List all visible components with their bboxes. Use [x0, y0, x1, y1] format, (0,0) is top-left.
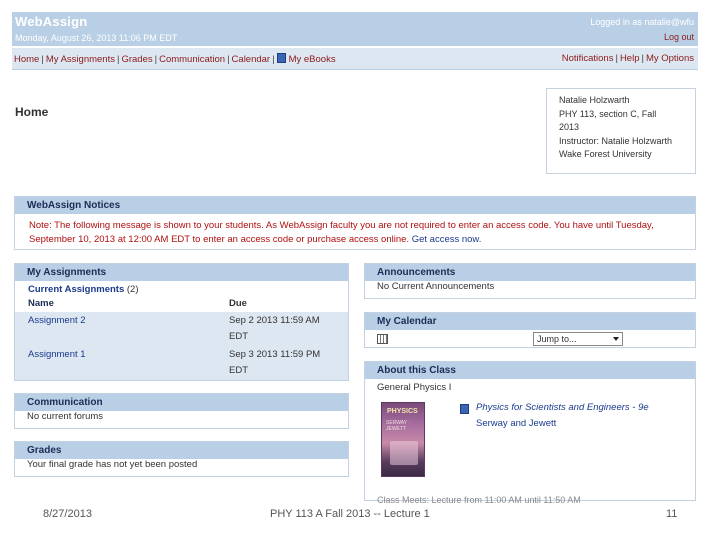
announcements-title: Announcements	[365, 264, 695, 281]
logged-in-text: Logged in as natalie@wfu	[590, 17, 694, 27]
slide-number: 11	[666, 508, 678, 520]
assignment-link[interactable]: Assignment 2	[28, 313, 229, 345]
assignments-header: Name Due	[15, 298, 348, 312]
chevron-down-icon	[613, 337, 619, 341]
book-title-link[interactable]: Physics for Scientists and Engineers - 9…	[476, 402, 649, 413]
get-access-link[interactable]: Get access now.	[412, 234, 482, 245]
col-name-header: Name	[28, 298, 54, 309]
notice-text: Note: The following message is shown to …	[29, 220, 654, 245]
footer-date: 8/27/2013	[43, 508, 92, 520]
nav-separator: |	[227, 54, 230, 65]
info-year: 2013	[559, 122, 580, 132]
info-school: Wake Forest University	[559, 149, 652, 159]
calendar-title: My Calendar	[365, 313, 695, 330]
cover-title: PHYSICS	[387, 408, 418, 415]
assignment-due: Sep 2 2013 11:59 AM EDT	[229, 313, 339, 345]
assignments-title: My Assignments	[15, 264, 348, 281]
nav-help[interactable]: Help	[620, 53, 640, 64]
assignments-panel: My Assignments Current Assignments (2) N…	[14, 263, 349, 381]
ebook-icon[interactable]	[460, 404, 469, 414]
assignment-due: Sep 3 2013 11:59 PM EDT	[229, 347, 339, 379]
about-class-panel: About this Class General Physics I PHYSI…	[364, 361, 696, 505]
about-title: About this Class	[365, 362, 695, 379]
announcements-panel: Announcements No Current Announcements	[364, 263, 696, 299]
book-authors: Serway and Jewett	[476, 418, 557, 429]
jump-to-value: Jump to...	[537, 334, 577, 344]
notices-panel: WebAssign Notices Note: The following me…	[14, 196, 696, 250]
col-due-header: Due	[229, 298, 247, 309]
nav-home[interactable]: Home	[14, 54, 39, 65]
nav-separator: |	[615, 53, 618, 64]
calendar-panel: My Calendar Jump to...	[364, 312, 696, 348]
communication-title: Communication	[15, 394, 348, 411]
logout-link[interactable]: Log out	[664, 32, 694, 42]
slide-footer: 8/27/2013 PHY 113 A Fall 2013 -- Lecture…	[0, 508, 720, 524]
nav-my-assignments[interactable]: My Assignments	[46, 54, 115, 65]
info-instructor: Instructor: Natalie Holzwarth	[559, 135, 673, 146]
header-date: Monday, August 26, 2013 11:06 PM EDT	[15, 33, 178, 43]
communication-text: No current forums	[27, 411, 104, 422]
cover-art	[390, 441, 418, 465]
nav-my-ebooks[interactable]: My eBooks	[289, 54, 336, 65]
info-name: Natalie Holzwarth	[559, 95, 630, 105]
header-bar: WebAssign Monday, August 26, 2013 11:06 …	[12, 12, 698, 46]
cover-authors: SERWAY · JEWETT	[386, 420, 410, 432]
nav-communication[interactable]: Communication	[159, 54, 225, 65]
book-cover-image[interactable]: PHYSICS SERWAY · JEWETT	[381, 402, 425, 477]
due-tz: EDT	[229, 365, 248, 376]
webassign-logo[interactable]: WebAssign	[15, 14, 87, 29]
footer-course: PHY 113 A Fall 2013 -- Lecture 1	[270, 508, 430, 520]
due-date: Sep 2 2013 11:59 AM	[229, 315, 320, 326]
class-meets-text: Class Meets: Lecture from 11:00 AM until…	[377, 495, 581, 505]
nav-separator: |	[272, 54, 275, 65]
nav-grades[interactable]: Grades	[121, 54, 152, 65]
grades-text: Your final grade has not yet been posted	[27, 459, 198, 470]
current-assignments-link[interactable]: Current Assignments	[28, 284, 124, 295]
nav-notifications[interactable]: Notifications	[562, 53, 614, 64]
grades-title: Grades	[15, 442, 348, 459]
jump-to-select[interactable]: Jump to...	[533, 332, 623, 346]
assignment-link[interactable]: Assignment 1	[28, 347, 229, 379]
nav-separator: |	[154, 54, 158, 65]
due-date: Sep 3 2013 11:59 PM	[229, 349, 321, 360]
ebook-icon[interactable]	[276, 53, 286, 63]
communication-panel: Communication No current forums	[14, 393, 349, 429]
class-info-box: Natalie Holzwarth PHY 113, section C, Fa…	[546, 88, 696, 174]
notices-title: WebAssign Notices	[15, 197, 695, 214]
info-course: PHY 113, section C, Fall	[559, 108, 657, 119]
current-assignments-count: (2)	[126, 284, 139, 295]
current-assignments: Current Assignments (2)	[15, 281, 348, 298]
announcements-text: No Current Announcements	[377, 281, 495, 292]
notice-message: Note: The following message is shown to …	[15, 214, 695, 247]
nav-separator: |	[641, 53, 644, 64]
table-row: Assignment 1 Sep 3 2013 11:59 PM EDT	[15, 346, 348, 380]
grades-panel: Grades Your final grade has not yet been…	[14, 441, 349, 477]
nav-my-options[interactable]: My Options	[646, 53, 694, 64]
calendar-icon[interactable]	[377, 334, 388, 344]
page-title: Home	[15, 105, 49, 119]
table-row: Assignment 2 Sep 2 2013 11:59 AM EDT	[15, 312, 348, 346]
nav-bar: Home | My Assignments | Grades | Communication…	[12, 48, 698, 70]
nav-separator: |	[41, 54, 44, 65]
nav-calendar[interactable]: Calendar	[232, 54, 271, 65]
nav-separator: |	[116, 54, 120, 65]
due-tz: EDT	[229, 331, 248, 342]
course-name: General Physics I	[377, 382, 452, 393]
